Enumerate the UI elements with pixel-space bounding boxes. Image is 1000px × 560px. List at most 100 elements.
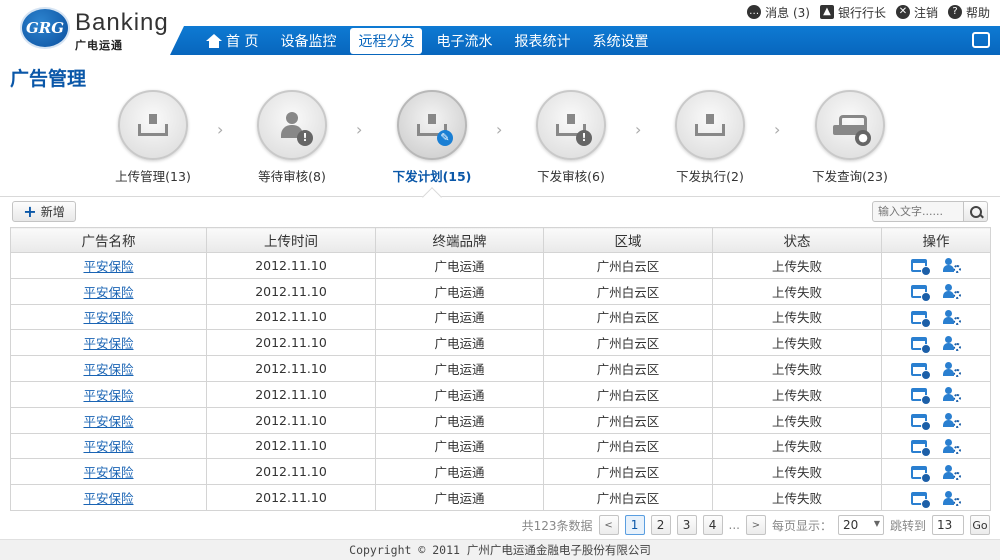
window-icon[interactable]	[972, 32, 990, 48]
step-4[interactable]: 下发执行(2)	[650, 90, 770, 185]
window-settings-icon[interactable]	[911, 259, 931, 277]
window-settings-icon[interactable]	[911, 414, 931, 432]
user-settings-icon[interactable]	[943, 464, 961, 480]
cell-area: 广州白云区	[543, 406, 713, 434]
page-title: 广告管理	[10, 68, 87, 90]
cell-actions	[881, 458, 991, 486]
cell-name: 平安保险	[10, 277, 207, 305]
logo-brand-name: Banking	[75, 9, 169, 36]
step-label: 下发执行(2)	[676, 169, 744, 184]
cell-name: 平安保险	[10, 432, 207, 460]
user-settings-icon[interactable]	[943, 387, 961, 403]
cell-brand: 广电运通	[375, 458, 544, 486]
user-settings-icon[interactable]	[943, 258, 961, 274]
messages-link[interactable]: … 消息 (3)	[747, 4, 810, 21]
window-settings-icon[interactable]	[911, 465, 931, 483]
cell-name: 平安保险	[10, 458, 207, 486]
nav-item-1[interactable]: 设备监控	[272, 28, 344, 54]
ad-name-link[interactable]: 平安保险	[83, 414, 133, 429]
nav-item-2[interactable]: 远程分发	[350, 27, 423, 54]
total-count: 共123条数据	[521, 518, 593, 533]
nav-item-5[interactable]: 系统设置	[584, 28, 656, 54]
nav-item-label: 设备监控	[280, 33, 337, 50]
ad-name-link[interactable]: 平安保险	[83, 362, 133, 377]
cell-actions	[881, 432, 991, 460]
window-settings-icon[interactable]	[911, 439, 931, 457]
nav-item-label: 报表统计	[514, 33, 571, 50]
step-0[interactable]: 上传管理(13)	[93, 90, 213, 185]
window-settings-icon[interactable]	[911, 336, 931, 354]
step-2[interactable]: ✎ 下发计划(15)	[372, 90, 492, 185]
logout-label: 注销	[913, 5, 938, 20]
search-icon[interactable]	[964, 201, 988, 222]
table-row: 平安保险 2012.11.10 广电运通 广州白云区 上传失败	[10, 329, 991, 357]
ad-name-link[interactable]: 平安保险	[83, 465, 133, 480]
logo[interactable]: GRG Banking 广电运通	[20, 5, 170, 52]
nav-item-label: 系统设置	[592, 33, 649, 50]
user-settings-icon[interactable]	[943, 284, 961, 300]
window-settings-icon[interactable]	[911, 388, 931, 406]
per-page-select[interactable]: 20	[837, 515, 884, 535]
user-warning-icon: !	[257, 90, 327, 160]
page-button[interactable]: 4	[702, 515, 723, 535]
ad-name-link[interactable]: 平安保险	[83, 336, 133, 351]
step-3[interactable]: ! 下发审核(6)	[511, 90, 631, 185]
ad-name-link[interactable]: 平安保险	[83, 310, 133, 325]
cell-time: 2012.11.10	[206, 458, 376, 486]
window-settings-icon[interactable]	[911, 285, 931, 303]
chevron-right-icon: ›	[356, 120, 363, 139]
page-button[interactable]: 3	[676, 515, 697, 535]
cell-area: 广州白云区	[543, 484, 713, 511]
plus-icon: +	[23, 201, 37, 221]
step-5[interactable]: ● 下发查询(23)	[790, 90, 910, 185]
help-label: 帮助	[965, 5, 990, 20]
cell-brand: 广电运通	[375, 380, 544, 408]
user-settings-icon[interactable]	[943, 335, 961, 351]
chevron-right-icon: ›	[774, 120, 781, 139]
user-settings-icon[interactable]	[943, 309, 961, 325]
nav-item-3[interactable]: 电子流水	[428, 28, 500, 54]
table-row: 平安保险 2012.11.10 广电运通 广州白云区 上传失败	[10, 252, 991, 279]
add-button[interactable]: + 新增	[12, 201, 76, 222]
ad-name-link[interactable]: 平安保险	[83, 259, 133, 274]
ad-name-link[interactable]: 平安保险	[83, 491, 133, 506]
ad-name-link[interactable]: 平安保险	[83, 388, 133, 403]
cell-name: 平安保险	[10, 329, 207, 357]
cell-status: 上传失败	[712, 329, 882, 357]
chevron-right-icon: ›	[496, 120, 503, 139]
home-icon	[206, 33, 222, 48]
next-page-button[interactable]: >	[745, 515, 766, 535]
cell-time: 2012.11.10	[206, 406, 376, 434]
window-settings-icon[interactable]	[911, 362, 931, 380]
step-label: 下发审核(6)	[537, 169, 605, 184]
user-settings-icon[interactable]	[943, 413, 961, 429]
window-settings-icon[interactable]	[911, 491, 931, 509]
user-settings-icon[interactable]	[943, 438, 961, 454]
cell-area: 广州白云区	[543, 458, 713, 486]
nav-item-4[interactable]: 报表统计	[506, 28, 578, 54]
jump-page-input[interactable]: 13	[932, 515, 964, 535]
add-button-label: 新增	[40, 205, 65, 219]
column-header: 终端品牌	[375, 227, 544, 253]
nav-item-0[interactable]: 首 页	[198, 28, 266, 54]
cell-brand: 广电运通	[375, 329, 544, 357]
user-link[interactable]: ▲ 银行行长	[819, 4, 886, 21]
search-tray-icon: ●	[815, 90, 885, 160]
prev-page-button[interactable]: <	[598, 515, 619, 535]
page-button[interactable]: 2	[650, 515, 671, 535]
ad-name-link[interactable]: 平安保险	[83, 285, 133, 300]
cell-brand: 广电运通	[375, 484, 544, 511]
user-settings-icon[interactable]	[943, 490, 961, 506]
help-link[interactable]: ? 帮助	[947, 4, 990, 21]
user-settings-icon[interactable]	[943, 361, 961, 377]
window-settings-icon[interactable]	[911, 310, 931, 328]
download-warning-icon: !	[536, 90, 606, 160]
page-button[interactable]: 1	[624, 515, 645, 535]
ad-name-link[interactable]: 平安保险	[83, 439, 133, 454]
go-button[interactable]: Go	[970, 515, 990, 535]
cell-time: 2012.11.10	[206, 329, 376, 357]
search-input[interactable]	[872, 201, 964, 222]
logout-link[interactable]: ✕ 注销	[895, 4, 938, 21]
step-1[interactable]: ! 等待审核(8)	[232, 90, 352, 185]
cell-area: 广州白云区	[543, 355, 713, 382]
